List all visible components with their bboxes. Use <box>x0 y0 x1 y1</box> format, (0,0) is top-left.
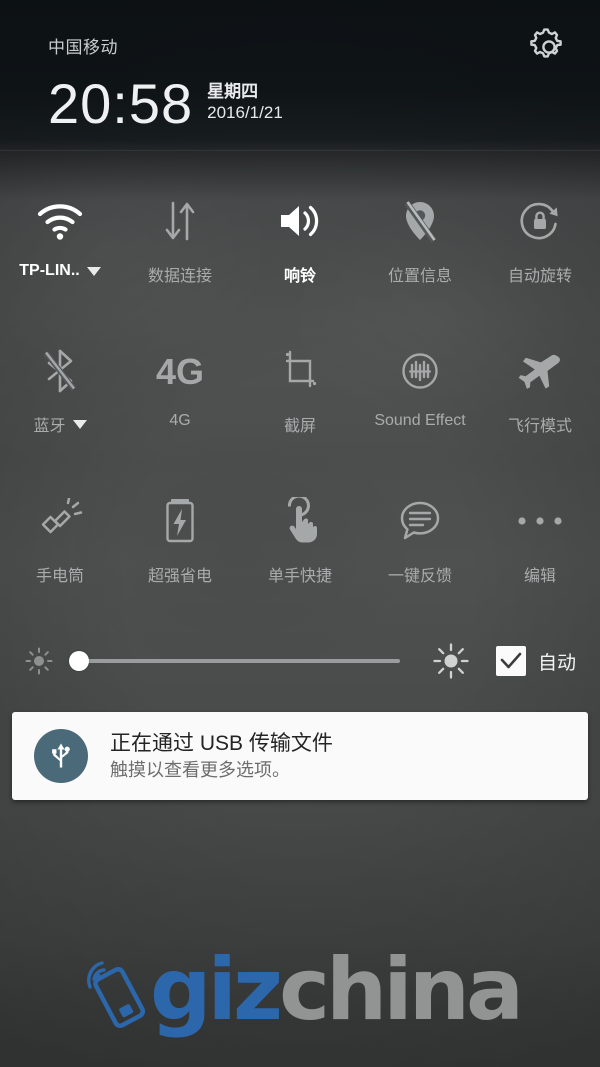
watermark-giz: giz <box>149 940 283 1040</box>
toggle-label: 单手快捷 <box>267 568 332 585</box>
slider-thumb[interactable] <box>68 651 89 671</box>
toggle-edit[interactable]: 编辑 <box>480 472 600 622</box>
toggle-row: 蓝牙 4G 4G 截屏 Sound Effect 飞行模式 <box>0 322 600 472</box>
brightness-row: 自动 <box>0 628 600 694</box>
toggle-label: Sound Effect <box>374 412 466 429</box>
toggle-row: 手电筒 超强省电 单手快捷 一键反馈 编辑 <box>0 472 600 622</box>
airplane-icon <box>518 354 560 389</box>
toggle-row: TP-LIN.. 数据连接 响铃 位置信息 自动旋转 <box>0 172 600 322</box>
toggle-label: TP-LIN.. <box>19 262 80 279</box>
brightness-slider[interactable] <box>68 648 400 674</box>
notification-icon-circle <box>34 729 88 783</box>
auto-brightness-checkbox[interactable] <box>495 646 526 676</box>
toggle-screenshot[interactable]: 截屏 <box>240 322 360 472</box>
sound-effect-icon <box>402 353 438 389</box>
ringer-volume-icon <box>281 205 319 237</box>
toggle-location[interactable]: 位置信息 <box>360 172 480 322</box>
notification-subtitle: 触摸以查看更多选项。 <box>110 760 290 780</box>
clock-date: 2016/1/21 <box>207 103 283 122</box>
check-icon <box>500 652 522 669</box>
wifi-icon <box>37 204 83 240</box>
clock-time: 20:58 <box>48 72 194 135</box>
toggle-label: 4G <box>169 412 191 429</box>
toggle-label: 自动旋转 <box>507 268 572 285</box>
toggle-label: 编辑 <box>523 568 556 585</box>
4g-icon: 4G <box>156 351 204 392</box>
data-connection-icon <box>165 201 195 241</box>
more-dots-icon <box>518 517 562 525</box>
brightness-low-icon <box>25 647 53 675</box>
flashlight-icon <box>41 498 83 534</box>
toggle-label: 飞行模式 <box>507 418 572 435</box>
bluetooth-off-icon <box>43 349 77 393</box>
toggle-flashlight[interactable]: 手电筒 <box>0 472 120 622</box>
toggle-one-hand-shortcut[interactable]: 单手快捷 <box>240 472 360 622</box>
gizchina-watermark: giz china <box>0 930 600 1050</box>
toggle-4g[interactable]: 4G 4G <box>120 322 240 472</box>
auto-brightness-toggle[interactable]: 自动 <box>495 646 576 676</box>
header-divider <box>0 150 600 151</box>
toggle-label: 响铃 <box>283 268 316 285</box>
usb-notification[interactable]: 正在通过 USB 传输文件 触摸以查看更多选项。 <box>12 712 588 800</box>
quick-toggle-grid: TP-LIN.. 数据连接 响铃 位置信息 自动旋转 蓝牙 4G 4G 截屏 S… <box>0 172 600 622</box>
auto-rotate-lock-icon <box>520 202 558 240</box>
chevron-down-icon[interactable] <box>72 419 87 429</box>
screenshot-crop-icon <box>285 350 317 388</box>
toggle-bluetooth[interactable]: 蓝牙 <box>0 322 120 472</box>
toggle-label: 蓝牙 <box>33 418 66 435</box>
watermark-china: china <box>279 940 524 1040</box>
toggle-label: 截屏 <box>283 418 316 435</box>
chevron-down-icon[interactable] <box>86 266 101 276</box>
toggle-label: 一键反馈 <box>387 568 452 585</box>
toggle-label: 数据连接 <box>147 268 212 285</box>
toggle-auto-rotate[interactable]: 自动旋转 <box>480 172 600 322</box>
gizchina-phone-icon <box>87 961 146 1028</box>
feedback-bubble-icon <box>400 501 440 540</box>
toggle-airplane-mode[interactable]: 飞行模式 <box>480 322 600 472</box>
settings-button[interactable] <box>528 26 570 68</box>
toggle-label: 手电筒 <box>35 568 84 585</box>
toggle-label: 位置信息 <box>387 268 452 285</box>
toggle-battery-saver[interactable]: 超强省电 <box>120 472 240 622</box>
brightness-high-icon <box>433 643 469 679</box>
auto-brightness-label: 自动 <box>537 652 576 674</box>
svg-text:4G: 4G <box>156 351 204 392</box>
slider-track <box>72 659 400 663</box>
battery-saver-icon <box>166 499 194 543</box>
toggle-wifi[interactable]: TP-LIN.. <box>0 172 120 322</box>
clock: 20:58 星期四 2016/1/21 <box>48 76 283 132</box>
gear-icon <box>530 28 562 58</box>
one-hand-tap-icon <box>287 497 317 543</box>
toggle-sound-effect[interactable]: Sound Effect <box>360 322 480 472</box>
quick-settings-panel: 中国移动 20:58 星期四 2016/1/21 TP-LIN.. 数据连接 响… <box>0 0 600 1067</box>
usb-icon <box>52 743 70 768</box>
toggle-label: 超强省电 <box>147 568 212 585</box>
toggle-ringer[interactable]: 响铃 <box>240 172 360 322</box>
toggle-feedback[interactable]: 一键反馈 <box>360 472 480 622</box>
clock-weekday: 星期四 <box>207 82 259 101</box>
panel-header: 中国移动 20:58 星期四 2016/1/21 <box>0 0 600 150</box>
notification-title: 正在通过 USB 传输文件 <box>110 732 333 755</box>
carrier-label: 中国移动 <box>48 38 118 57</box>
toggle-data-connection[interactable]: 数据连接 <box>120 172 240 322</box>
location-off-icon <box>404 201 437 243</box>
wifi-dot <box>56 233 64 240</box>
